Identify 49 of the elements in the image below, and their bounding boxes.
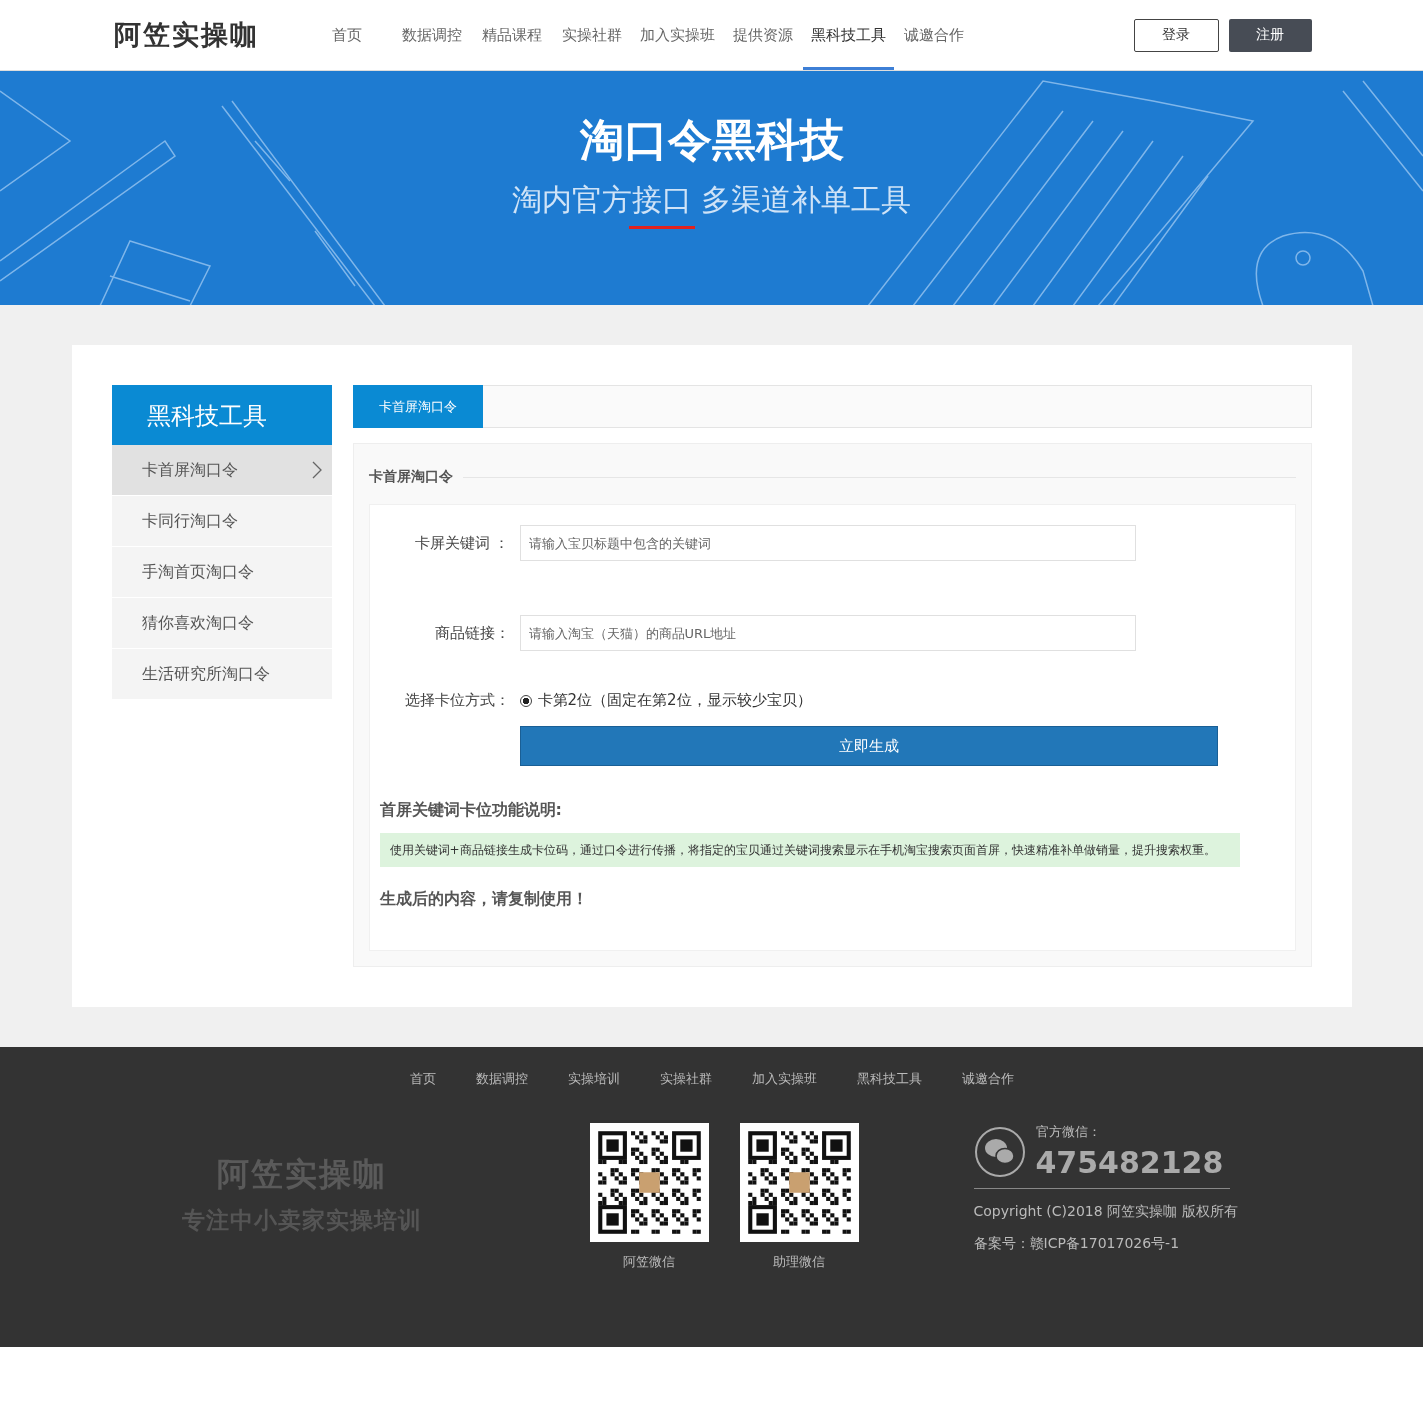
sidebar-item[interactable]: 生活研究所淘口令	[111, 649, 332, 700]
nav-link[interactable]: 首页	[321, 0, 372, 70]
tab[interactable]: 卡首屏淘口令	[352, 385, 483, 428]
field-label: 选择卡位方式：	[403, 691, 510, 710]
wechat-label: 官方微信：	[1035, 1123, 1102, 1141]
register-button[interactable]: 注册	[1228, 18, 1312, 52]
nav-link[interactable]: 加入实操班	[631, 0, 723, 70]
sidebar-item[interactable]: 卡同行淘口令	[111, 496, 332, 547]
wechat-icon	[973, 1125, 1026, 1178]
footer-link[interactable]: 黑科技工具	[856, 1070, 922, 1088]
nav-link[interactable]: 诚邀合作	[893, 0, 974, 70]
qr-code-icon	[588, 1123, 710, 1242]
copyright-text: Copyright (C)2018 阿笠实操咖 版权所有	[973, 1203, 1238, 1221]
qr-caption: 助理微信	[772, 1253, 826, 1271]
footer-link[interactable]: 首页	[409, 1070, 436, 1088]
footer-link[interactable]: 数据调控	[475, 1070, 528, 1088]
nav-link[interactable]: 精品课程	[471, 0, 552, 70]
generate-button[interactable]: 立即生成	[519, 726, 1218, 766]
result-heading: 生成后的内容，请复制使用！	[379, 889, 589, 910]
chevron-right-icon	[311, 461, 322, 479]
banner-subtitle: 淘内官方接口 多渠道补单工具	[511, 181, 912, 219]
footer-link[interactable]: 诚邀合作	[961, 1070, 1014, 1088]
field-label: 卡屏关键词 ：	[413, 533, 510, 553]
footer-link[interactable]: 加入实操班	[751, 1070, 817, 1088]
sidebar-item[interactable]: 猜你喜欢淘口令	[111, 598, 332, 649]
input-field[interactable]: 请输入宝贝标题中包含的关键词	[519, 525, 1136, 561]
field-label: 商品链接：	[433, 623, 510, 643]
icp-text: 备案号：赣ICP备17017026号-1	[973, 1235, 1181, 1253]
info-heading: 首屏关键词卡位功能说明:	[379, 800, 563, 821]
banner-title: 淘口令黑科技	[578, 113, 845, 167]
wechat-number: 475482128	[1035, 1145, 1224, 1180]
accent-underline	[628, 226, 695, 229]
sidebar-item[interactable]: 手淘首页淘口令	[111, 547, 332, 598]
radio-label[interactable]: 卡第2位（固定在第2位，显示较少宝贝）	[537, 691, 812, 710]
qr-code-icon	[738, 1123, 860, 1242]
sidebar-item[interactable]: 卡首屏淘口令	[111, 445, 332, 496]
site-logo[interactable]: 阿笠实操咖	[113, 17, 322, 53]
info-description: 使用关键词+商品链接生成卡位码，通过口令进行传播，将指定的宝贝通过关键词搜索显示在手机淘宝搜索页面首屏，快速精准补单做销量，提升搜索权重。	[379, 833, 1240, 867]
footer-link[interactable]: 实操培训	[567, 1070, 620, 1088]
radio-button[interactable]	[519, 694, 532, 707]
footer-link[interactable]: 实操社群	[659, 1070, 712, 1088]
sidebar-title: 黑科技工具	[111, 385, 332, 445]
nav-link[interactable]: 提供资源	[722, 0, 803, 70]
qr-caption: 阿笠微信	[622, 1253, 676, 1271]
nav-link[interactable]: 数据调控	[391, 0, 472, 70]
login-button[interactable]: 登录	[1133, 18, 1219, 52]
nav-link[interactable]: 实操社群	[551, 0, 632, 70]
input-field[interactable]: 请输入淘宝（天猫）的商品URL地址	[519, 615, 1136, 651]
section-legend: 卡首屏淘口令	[368, 468, 453, 486]
